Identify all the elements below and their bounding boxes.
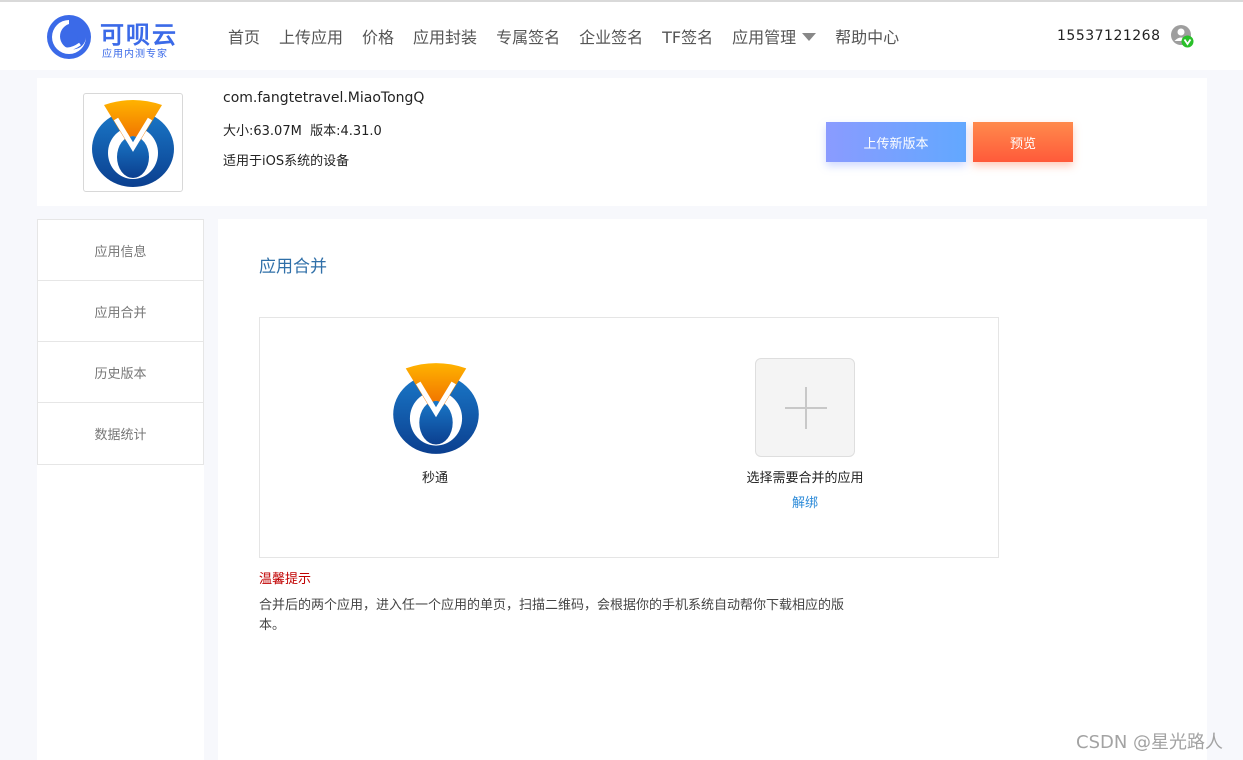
nav-app-management[interactable]: 应用管理 (732, 24, 817, 48)
tip-text: 合并后的两个应用，进入任一个应用的单页，扫描二维码，会根据你的手机系统自动帮你下… (259, 598, 845, 633)
app-size-version: 大小:63.07M 版本:4.31.0 (223, 124, 382, 139)
site-header: 可呗云 应用内测专家 首页 上传应用 价格 应用封装 专属签名 企业签名 TF签… (0, 2, 1243, 70)
app-logo-icon (393, 363, 479, 454)
chevron-down-icon (802, 33, 817, 41)
select-app-label: 选择需要合并的应用 (746, 471, 864, 486)
watermark: CSDN @星光路人 (1076, 732, 1224, 753)
nav-help-center[interactable]: 帮助中心 (835, 24, 899, 48)
app-device-compat: 适用于iOS系统的设备 (223, 154, 350, 169)
merge-panel: 秒通 选择需要合并的应用 解绑 (259, 317, 999, 558)
user-phone[interactable]: 15537121268 (1057, 28, 1160, 44)
nav-app-wrap[interactable]: 应用封装 (413, 24, 477, 48)
app-logo-icon (92, 99, 174, 187)
main-panel: 应用合并 秒通 选择需要合并的应用 解绑 温馨提示 合并后的两个应用，进入任一个… (218, 219, 1207, 760)
nav-home[interactable]: 首页 (228, 24, 260, 48)
app-icon-frame (83, 93, 183, 192)
nav-pricing[interactable]: 价格 (362, 24, 394, 48)
unbind-link[interactable]: 解绑 (775, 492, 835, 511)
sidebar: 应用信息 应用合并 历史版本 数据统计 (37, 219, 204, 760)
merge-app-name: 秒通 (421, 471, 448, 486)
user-verified-icon[interactable] (1170, 24, 1194, 48)
logo-slogan: 应用内测专家 (102, 49, 168, 60)
app-bundle-id: com.fangtetravel.MiaoTongQ (223, 90, 425, 106)
nav-exclusive-signing[interactable]: 专属签名 (496, 24, 560, 48)
nav-enterprise-signing[interactable]: 企业签名 (579, 24, 643, 48)
nav-tf-signing[interactable]: TF签名 (662, 24, 713, 48)
sidebar-item-statistics[interactable]: 数据统计 (38, 403, 203, 464)
main-nav: 首页 上传应用 价格 应用封装 专属签名 企业签名 TF签名 应用管理 帮助中心 (224, 22, 918, 50)
sidebar-menu: 应用信息 应用合并 历史版本 数据统计 (37, 219, 204, 465)
tip-title: 温馨提示 (259, 572, 312, 587)
site-logo[interactable]: 可呗云 应用内测专家 (46, 14, 186, 60)
sidebar-item-app-info[interactable]: 应用信息 (38, 220, 203, 281)
preview-button[interactable]: 预览 (973, 122, 1073, 162)
sidebar-item-history[interactable]: 历史版本 (38, 342, 203, 403)
plus-icon-vertical (805, 387, 807, 429)
page-title: 应用合并 (259, 257, 327, 277)
app-summary-card: com.fangtetravel.MiaoTongQ 大小:63.07M 版本:… (37, 78, 1207, 206)
nav-upload-app[interactable]: 上传应用 (279, 24, 343, 48)
sidebar-item-app-merge[interactable]: 应用合并 (38, 281, 203, 342)
upload-new-version-button[interactable]: 上传新版本 (826, 122, 966, 162)
nav-app-management-label: 应用管理 (732, 28, 797, 47)
add-app-button[interactable] (755, 358, 855, 457)
logo-mark-icon (47, 15, 91, 59)
